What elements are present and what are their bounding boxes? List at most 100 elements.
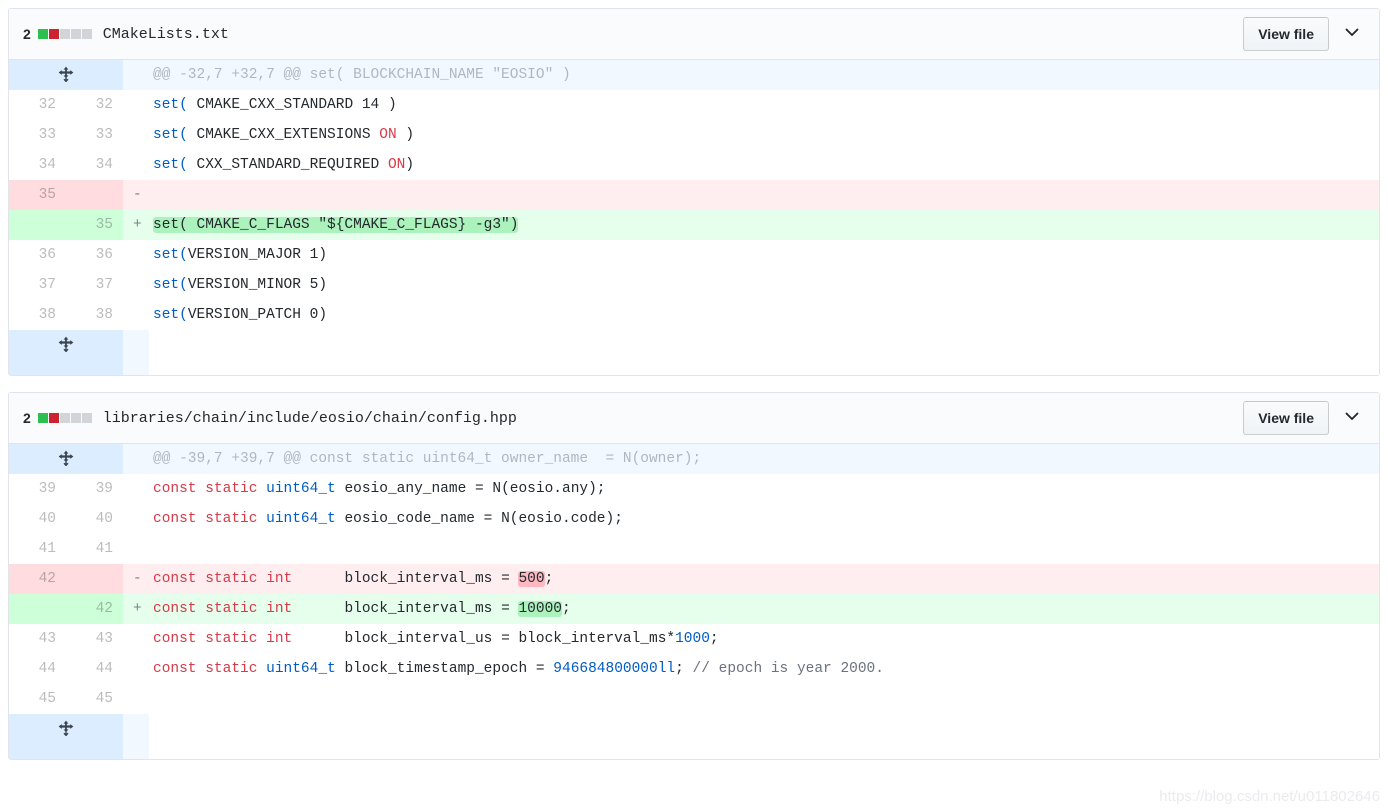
expand-hunk-down-button[interactable] (9, 714, 123, 759)
code-line: set( CMAKE_CXX_EXTENSIONS ON ) (149, 120, 1379, 150)
hunk-header-text: @@ -32,7 +32,7 @@ set( BLOCKCHAIN_NAME "… (149, 60, 1379, 90)
line-marker (123, 270, 149, 300)
code-line: const static int block_interval_us = blo… (149, 624, 1379, 654)
new-line-number[interactable]: 37 (66, 270, 123, 300)
old-line-number[interactable]: 38 (9, 300, 66, 330)
old-line-number[interactable]: 35 (9, 180, 66, 210)
code-line: set(VERSION_PATCH 0) (149, 300, 1379, 330)
diff-row-deletion: 42 - const static int block_interval_ms … (9, 564, 1379, 594)
diff-row-context: 43 43 const static int block_interval_us… (9, 624, 1379, 654)
diffstat-bar (37, 29, 92, 39)
hunk-header-row[interactable]: @@ -32,7 +32,7 @@ set( BLOCKCHAIN_NAME "… (9, 60, 1379, 90)
word-diff-added: 10000 (518, 601, 562, 617)
expand-below-row[interactable] (9, 330, 1379, 375)
old-line-number[interactable]: 39 (9, 474, 66, 504)
code-line: set( CMAKE_CXX_STANDARD 14 ) (149, 90, 1379, 120)
file-path[interactable]: CMakeLists.txt (103, 26, 229, 43)
word-diff-removed: 500 (518, 571, 545, 587)
file-header: 2 libraries/chain/include/eosio/chain/co… (9, 393, 1379, 444)
tail-marker (123, 330, 149, 375)
line-marker: + (123, 594, 149, 624)
diff-page: 2 CMakeLists.txt View file @@ -32,7 +32,… (0, 0, 1388, 760)
new-line-number[interactable]: 36 (66, 240, 123, 270)
view-file-button[interactable]: View file (1243, 17, 1329, 51)
new-line-number[interactable]: 34 (66, 150, 123, 180)
expand-hunk-down-button[interactable] (9, 330, 123, 375)
code-line: set(VERSION_MAJOR 1) (149, 240, 1379, 270)
file-diff-card-config-hpp: 2 libraries/chain/include/eosio/chain/co… (8, 392, 1380, 760)
old-line-number[interactable]: 37 (9, 270, 66, 300)
tail-code (149, 714, 1379, 759)
code-line: set( CMAKE_C_FLAGS "${CMAKE_C_FLAGS} -g3… (149, 210, 1379, 240)
line-marker: - (123, 564, 149, 594)
line-marker (123, 150, 149, 180)
hunk-marker (123, 60, 149, 90)
file-diff-card-cmakelists: 2 CMakeLists.txt View file @@ -32,7 +32,… (8, 8, 1380, 376)
code-line: const static uint64_t eosio_code_name = … (149, 504, 1379, 534)
old-line-number[interactable]: 41 (9, 534, 66, 564)
expand-hunk-button[interactable] (9, 444, 123, 474)
code-line: const static int block_interval_ms = 500… (149, 564, 1379, 594)
new-line-number[interactable]: 43 (66, 624, 123, 654)
diff-row-context: 33 33 set( CMAKE_CXX_EXTENSIONS ON ) (9, 120, 1379, 150)
new-line-number[interactable]: 44 (66, 654, 123, 684)
old-line-number[interactable] (9, 594, 66, 624)
changes-count: 2 (23, 26, 31, 42)
file-path[interactable]: libraries/chain/include/eosio/chain/conf… (103, 410, 517, 427)
new-line-number[interactable]: 33 (66, 120, 123, 150)
old-line-number[interactable]: 36 (9, 240, 66, 270)
file-options-kebab-button[interactable] (1335, 401, 1369, 435)
line-marker (123, 120, 149, 150)
new-line-number[interactable]: 32 (66, 90, 123, 120)
new-line-number[interactable]: 40 (66, 504, 123, 534)
code-line (149, 534, 1379, 564)
hunk-header-row[interactable]: @@ -39,7 +39,7 @@ const static uint64_t … (9, 444, 1379, 474)
chevron-down-icon (1345, 409, 1359, 428)
new-line-number[interactable]: 45 (66, 684, 123, 714)
diffstat-bar (37, 413, 92, 423)
diff-row-context: 36 36 set(VERSION_MAJOR 1) (9, 240, 1379, 270)
code-line: const static uint64_t eosio_any_name = N… (149, 474, 1379, 504)
new-line-number[interactable]: 38 (66, 300, 123, 330)
line-marker (123, 300, 149, 330)
old-line-number[interactable]: 42 (9, 564, 66, 594)
unfold-icon (58, 66, 74, 83)
line-marker (123, 474, 149, 504)
new-line-number[interactable] (66, 180, 123, 210)
expand-below-row[interactable] (9, 714, 1379, 759)
new-line-number[interactable]: 42 (66, 594, 123, 624)
diff-row-context: 45 45 (9, 684, 1379, 714)
new-line-number[interactable]: 39 (66, 474, 123, 504)
tail-code (149, 330, 1379, 375)
word-diff-added: set( CMAKE_C_FLAGS "${CMAKE_C_FLAGS} -g3… (153, 217, 519, 233)
old-line-number[interactable]: 33 (9, 120, 66, 150)
line-marker (123, 240, 149, 270)
old-line-number[interactable]: 40 (9, 504, 66, 534)
old-line-number[interactable] (9, 210, 66, 240)
diffstat-block-empty (81, 29, 92, 39)
diff-row-context: 40 40 const static uint64_t eosio_code_n… (9, 504, 1379, 534)
old-line-number[interactable]: 43 (9, 624, 66, 654)
watermark: https://blog.csdn.net/u011802646 (1159, 788, 1380, 805)
old-line-number[interactable]: 34 (9, 150, 66, 180)
diff-row-addition: 42 + const static int block_interval_ms … (9, 594, 1379, 624)
unfold-icon (58, 336, 74, 353)
old-line-number[interactable]: 45 (9, 684, 66, 714)
new-line-number[interactable] (66, 564, 123, 594)
old-line-number[interactable]: 32 (9, 90, 66, 120)
diffstat-block-empty (81, 413, 92, 423)
diff-row-context: 41 41 (9, 534, 1379, 564)
expand-hunk-button[interactable] (9, 60, 123, 90)
diffstat-block-deleted (48, 413, 59, 423)
diff-table: @@ -39,7 +39,7 @@ const static uint64_t … (9, 444, 1379, 759)
new-line-number[interactable]: 35 (66, 210, 123, 240)
file-options-kebab-button[interactable] (1335, 17, 1369, 51)
old-line-number[interactable]: 44 (9, 654, 66, 684)
code-line: set(VERSION_MINOR 5) (149, 270, 1379, 300)
code-line: const static uint64_t block_timestamp_ep… (149, 654, 1379, 684)
file-header: 2 CMakeLists.txt View file (9, 9, 1379, 60)
line-marker (123, 624, 149, 654)
view-file-button[interactable]: View file (1243, 401, 1329, 435)
line-marker: - (123, 180, 149, 210)
new-line-number[interactable]: 41 (66, 534, 123, 564)
